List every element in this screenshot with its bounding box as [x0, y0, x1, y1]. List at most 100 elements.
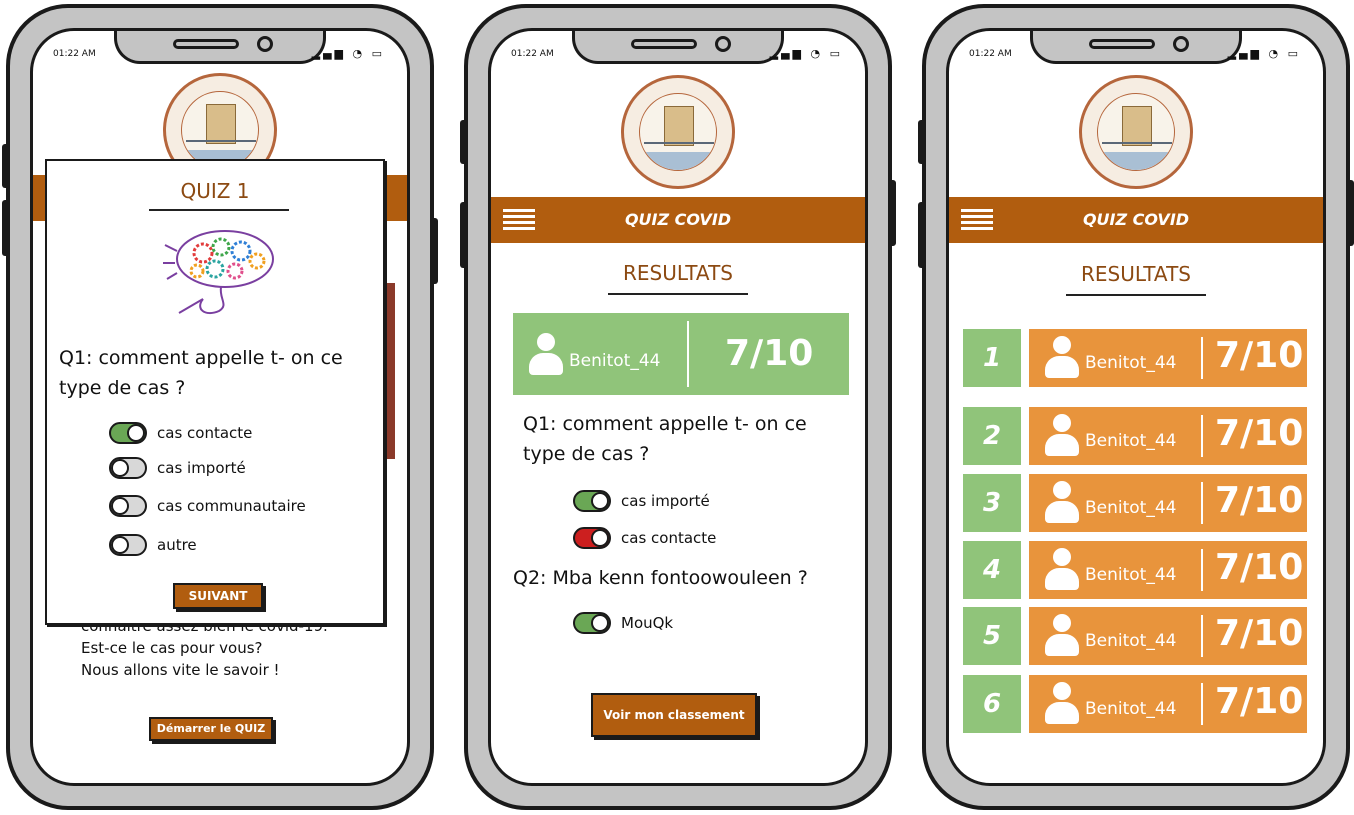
user-icon: [1045, 414, 1079, 458]
university-logo: [1079, 75, 1193, 189]
intro-line: Nous allons vite le savoir !: [81, 661, 280, 679]
question-text: Q2: Mba kenn fontoowouleen ?: [513, 567, 808, 589]
side-button: [460, 120, 468, 164]
user-score: 7/10: [1215, 547, 1304, 588]
rank-number: 2: [963, 407, 1021, 465]
user-name: Benitot_44: [1085, 498, 1177, 518]
ranking-card[interactable]: Benitot_44 7/10: [1029, 329, 1307, 387]
user-score: 7/10: [1215, 335, 1304, 376]
card-divider: [1201, 549, 1203, 591]
toggle-correct: [573, 490, 611, 512]
ranking-card[interactable]: Benitot_44 7/10: [1029, 407, 1307, 465]
answer-label: cas communautaire: [157, 497, 306, 515]
user-icon: [1045, 481, 1079, 525]
phone-frame-results: 01:22 AM ▂▄▆ ◔ ▭ QUIZ COVID RESULTATS Be…: [460, 4, 896, 810]
phone-frame-ranking: 01:22 AM ▂▄▆ ◔ ▭ QUIZ COVID RESULTATS 1 …: [918, 4, 1354, 810]
ranking-card[interactable]: Benitot_44 7/10: [1029, 607, 1307, 665]
quiz-modal: QUIZ 1 Q1: comment appelle t- on ce type…: [45, 159, 385, 625]
user-score-card: Benitot_44 7/10: [513, 313, 849, 395]
user-name: Benitot_44: [1085, 699, 1177, 719]
section-title: RESULTATS: [1081, 262, 1191, 286]
signal-wifi-battery-icon: ▂▄▆ ◔ ▭: [311, 47, 385, 60]
answer-option: MouQk: [573, 612, 673, 634]
answer-label: MouQk: [621, 614, 674, 632]
rank-number: 3: [963, 474, 1021, 532]
user-name: Benitot_44: [1085, 353, 1177, 373]
toggle-correct: [573, 612, 611, 634]
camera-icon: [1173, 36, 1189, 52]
user-score: 7/10: [1215, 413, 1304, 454]
side-button: [2, 200, 10, 256]
side-button: [1346, 180, 1354, 246]
notch: [572, 31, 784, 64]
user-score: 7/10: [725, 333, 814, 374]
status-time: 01:22 AM: [53, 49, 96, 59]
start-quiz-button[interactable]: Démarrer le QUIZ: [149, 717, 273, 741]
notch: [114, 31, 326, 64]
user-score: 7/10: [1215, 613, 1304, 654]
toggle-switch[interactable]: [109, 422, 147, 444]
side-button: [888, 180, 896, 246]
user-name: Benitot_44: [1085, 431, 1177, 451]
title-underline: [608, 293, 748, 295]
title-underline: [1066, 294, 1206, 296]
speaker-icon: [173, 39, 239, 49]
signal-wifi-battery-icon: ▂▄▆ ◔ ▭: [1227, 47, 1301, 60]
card-divider: [1201, 615, 1203, 657]
university-logo: [621, 75, 735, 189]
intro-line: Est-ce le cas pour vous?: [81, 639, 263, 657]
answer-option[interactable]: cas contacte: [109, 422, 252, 444]
speaker-icon: [631, 39, 697, 49]
answer-option: cas importé: [573, 490, 710, 512]
answer-label: cas contacte: [621, 529, 717, 547]
user-name: Benitot_44: [1085, 631, 1177, 651]
toggle-switch[interactable]: [109, 495, 147, 517]
rank-number: 4: [963, 541, 1021, 599]
side-button: [918, 120, 926, 164]
phone-screen: 01:22 AM ▂▄▆ ◔ ▭ QUIZ COVID RESULTATS Be…: [488, 28, 868, 786]
user-name: Benitot_44: [1085, 565, 1177, 585]
view-ranking-button[interactable]: Voir mon classement: [591, 693, 757, 737]
ranking-card[interactable]: Benitot_44 7/10: [1029, 541, 1307, 599]
ranking-card[interactable]: Benitot_44 7/10: [1029, 675, 1307, 733]
toggle-switch[interactable]: [109, 534, 147, 556]
ranking-card[interactable]: Benitot_44 7/10: [1029, 474, 1307, 532]
app-title: QUIZ COVID: [624, 210, 732, 229]
answer-label: cas importé: [157, 459, 246, 477]
user-score: 7/10: [1215, 480, 1304, 521]
modal-title: QUIZ 1: [180, 179, 250, 203]
camera-icon: [715, 36, 731, 52]
next-button[interactable]: SUIVANT: [173, 583, 263, 609]
phone-screen: 01:22 AM ▂▄▆ ◔ ▭ connaître assez bien le…: [30, 28, 410, 786]
app-title: QUIZ COVID: [1082, 210, 1190, 229]
toggle-wrong: [573, 527, 611, 549]
speaker-icon: [1089, 39, 1155, 49]
card-divider: [687, 321, 689, 387]
side-button: [430, 218, 438, 284]
user-icon: [1045, 548, 1079, 592]
phone-screen: 01:22 AM ▂▄▆ ◔ ▭ QUIZ COVID RESULTATS 1 …: [946, 28, 1326, 786]
background-image: [385, 283, 395, 459]
card-divider: [1201, 415, 1203, 457]
card-divider: [1201, 337, 1203, 379]
rank-number: 6: [963, 675, 1021, 733]
status-time: 01:22 AM: [969, 49, 1012, 59]
answer-option[interactable]: autre: [109, 534, 197, 556]
notch: [1030, 31, 1242, 64]
user-icon: [1045, 614, 1079, 658]
answer-label: autre: [157, 536, 197, 554]
top-bar: QUIZ COVID: [491, 197, 865, 243]
title-underline: [149, 209, 289, 211]
camera-icon: [257, 36, 273, 52]
toggle-switch[interactable]: [109, 457, 147, 479]
answer-option[interactable]: cas importé: [109, 457, 246, 479]
answer-option[interactable]: cas communautaire: [109, 495, 306, 517]
status-time: 01:22 AM: [511, 49, 554, 59]
phone-frame-quiz: 01:22 AM ▂▄▆ ◔ ▭ connaître assez bien le…: [2, 4, 438, 810]
side-button: [460, 202, 468, 268]
question-text: Q1: comment appelle t- on ce type de cas…: [523, 413, 807, 465]
question-text: Q1: comment appelle t- on ce type de cas…: [59, 347, 343, 399]
top-bar: QUIZ COVID: [949, 197, 1323, 243]
card-divider: [1201, 683, 1203, 725]
user-icon: [1045, 682, 1079, 726]
